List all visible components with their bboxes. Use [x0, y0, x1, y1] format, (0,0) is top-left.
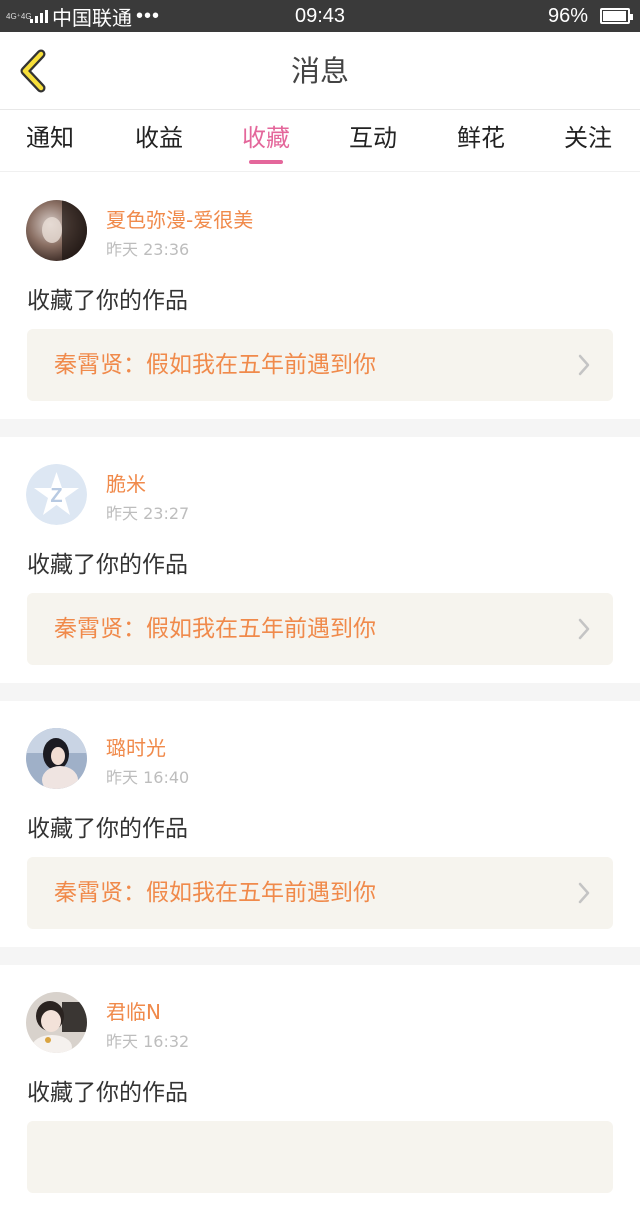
tab-label: 收益	[135, 124, 183, 152]
chevron-right-icon	[578, 618, 590, 640]
timestamp: 昨天 23:36	[106, 240, 190, 259]
tab-interactions[interactable]: 互动	[323, 110, 423, 172]
list-item: 君临N 昨天 16:32 收藏了你的作品	[0, 965, 640, 1229]
tab-label: 收藏	[242, 124, 290, 152]
message-list: 夏色弥漫-爱很美 昨天 23:36 收藏了你的作品 秦霄贤：假如我在五年前遇到你…	[0, 173, 640, 1229]
tab-flowers[interactable]: 鲜花	[431, 110, 531, 172]
work-link[interactable]: 秦霄贤：假如我在五年前遇到你	[27, 329, 613, 401]
avatar[interactable]	[26, 992, 87, 1053]
work-link[interactable]	[27, 1121, 613, 1193]
battery-icon	[600, 8, 633, 24]
work-link[interactable]: 秦霄贤：假如我在五年前遇到你	[27, 857, 613, 929]
avatar[interactable]	[26, 728, 87, 789]
tab-label: 通知	[26, 124, 74, 152]
page-title: 消息	[290, 54, 349, 88]
action-text: 收藏了你的作品	[27, 288, 188, 314]
tab-label: 互动	[349, 124, 397, 152]
tab-bar: 通知 收益 收藏 互动 鲜花 关注	[0, 110, 640, 172]
action-text: 收藏了你的作品	[27, 552, 188, 578]
avatar[interactable]	[26, 200, 87, 261]
list-item: 璐时光 昨天 16:40 收藏了你的作品 秦霄贤：假如我在五年前遇到你	[0, 701, 640, 965]
chevron-right-icon	[578, 354, 590, 376]
tab-label: 关注	[564, 124, 612, 152]
action-text: 收藏了你的作品	[27, 1080, 188, 1106]
active-tab-indicator	[249, 160, 283, 164]
timestamp: 昨天 16:32	[106, 1032, 190, 1051]
tab-favorites[interactable]: 收藏	[216, 110, 316, 172]
work-title: 秦霄贤：假如我在五年前遇到你	[54, 880, 376, 906]
status-bar: 4G⁺4G 中国联通 ••• 09:43 96%	[0, 0, 640, 32]
username-link[interactable]: 璐时光	[106, 732, 166, 761]
action-text: 收藏了你的作品	[27, 816, 188, 842]
timestamp: 昨天 23:27	[106, 504, 190, 523]
username-link[interactable]: 夏色弥漫-爱很美	[106, 204, 253, 233]
default-avatar-icon: Z	[26, 464, 87, 525]
work-title: 秦霄贤：假如我在五年前遇到你	[54, 352, 376, 378]
clock: 09:43	[294, 5, 346, 27]
tab-notifications[interactable]: 通知	[0, 110, 100, 172]
nav-bar: 消息	[0, 32, 640, 110]
tab-label: 鲜花	[457, 124, 505, 152]
svg-text:Z: Z	[50, 485, 62, 507]
tab-earnings[interactable]: 收益	[109, 110, 209, 172]
timestamp: 昨天 16:40	[106, 768, 190, 787]
back-button[interactable]	[12, 48, 56, 94]
username-link[interactable]: 脆米	[106, 468, 146, 497]
chevron-left-icon	[20, 49, 46, 93]
tab-following[interactable]: 关注	[538, 110, 638, 172]
username-link[interactable]: 君临N	[106, 996, 161, 1025]
avatar[interactable]: Z	[26, 464, 87, 525]
list-item: 夏色弥漫-爱很美 昨天 23:36 收藏了你的作品 秦霄贤：假如我在五年前遇到你	[0, 173, 640, 437]
work-title: 秦霄贤：假如我在五年前遇到你	[54, 616, 376, 642]
work-link[interactable]: 秦霄贤：假如我在五年前遇到你	[27, 593, 613, 665]
chevron-right-icon	[578, 882, 590, 904]
battery-percent: 96%	[547, 4, 588, 27]
list-item: Z 脆米 昨天 23:27 收藏了你的作品 秦霄贤：假如我在五年前遇到你	[0, 437, 640, 701]
